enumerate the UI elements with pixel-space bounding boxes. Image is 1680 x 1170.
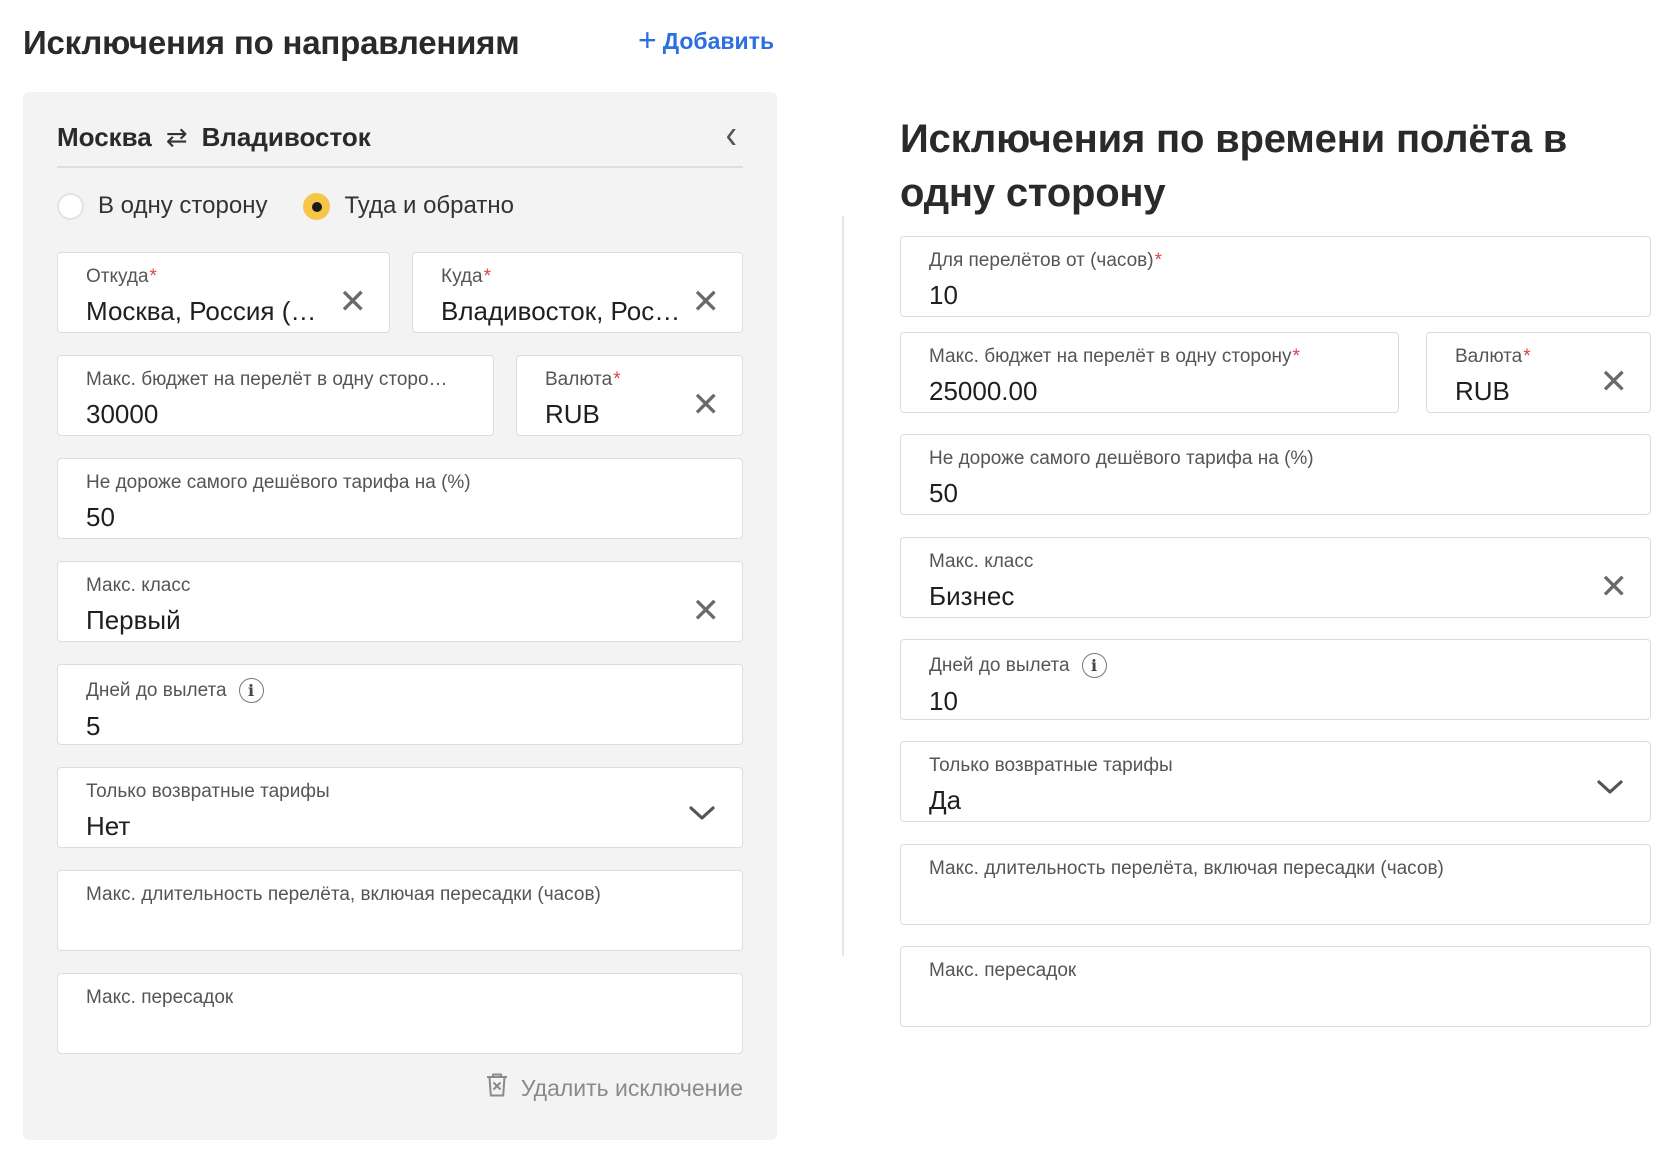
max-class-value: Первый	[86, 605, 181, 635]
cheapest-tariff-value: 50	[86, 502, 115, 532]
info-icon[interactable]: i	[1081, 653, 1107, 678]
from-field-value: Москва, Россия (…	[86, 296, 317, 326]
to-field[interactable]: Куда * Владивосток, Рос… ✕	[412, 252, 743, 333]
right-currency-label: Валюта *	[1455, 346, 1531, 367]
delete-exception-button[interactable]: Удалить исключение	[485, 1072, 743, 1104]
right-max-duration-label: Макс. длительность перелёта, включая пер…	[929, 858, 1444, 879]
flight-time-exceptions-title: Исключения по времени полёта в одну стор…	[900, 117, 1568, 215]
directions-exceptions-title: Исключения по направлениям	[23, 24, 520, 61]
trip-type-radio-group: В одну сторону Туда и обратно	[57, 192, 550, 220]
to-field-label: Куда *	[441, 266, 491, 287]
card-header[interactable]: Москва ⇄ Владивосток ‹	[57, 112, 743, 162]
right-days-before-label: Дней до вылета i	[929, 653, 1107, 678]
direction-exception-card: Москва ⇄ Владивосток ‹ В одну сторону Ту…	[23, 92, 777, 1140]
max-transfers-label: Макс. пересадок	[86, 987, 234, 1008]
refundable-only-select[interactable]: Только возвратные тарифы Нет	[57, 767, 743, 848]
right-max-class-field[interactable]: Макс. класс Бизнес ✕	[900, 537, 1651, 618]
max-class-label: Макс. класс	[86, 575, 191, 596]
round-trip-radio-label: Туда и обратно	[344, 192, 514, 219]
one-way-radio-label: В одну сторону	[98, 192, 268, 219]
info-icon[interactable]: i	[238, 678, 264, 703]
right-max-class-label: Макс. класс	[929, 551, 1034, 572]
flight-hours-label: Для перелётов от (часов) *	[929, 250, 1162, 271]
refundable-only-label: Только возвратные тарифы	[86, 781, 330, 802]
route-to-city: Владивосток	[201, 121, 371, 152]
right-cheapest-tariff-field[interactable]: Не дороже самого дешёвого тарифа на (%) …	[900, 434, 1651, 515]
right-budget-value: 25000.00	[929, 376, 1038, 406]
delete-exception-label: Удалить исключение	[520, 1074, 743, 1101]
refundable-only-value: Нет	[86, 811, 131, 841]
chevron-down-icon[interactable]	[688, 804, 716, 827]
currency-field-label: Валюта *	[545, 369, 621, 390]
close-icon[interactable]: ✕	[692, 285, 721, 319]
close-icon[interactable]: ✕	[1600, 365, 1629, 399]
budget-field[interactable]: Макс. бюджет на перелёт в одну сторо… 30…	[57, 355, 494, 436]
trash-icon	[485, 1072, 509, 1104]
cheapest-tariff-field[interactable]: Не дороже самого дешёвого тарифа на (%) …	[57, 458, 743, 539]
right-max-duration-field[interactable]: Макс. длительность перелёта, включая пер…	[900, 844, 1651, 925]
right-budget-label: Макс. бюджет на перелёт в одну сторону *	[929, 346, 1300, 367]
right-max-transfers-field[interactable]: Макс. пересадок	[900, 946, 1651, 1027]
close-icon[interactable]: ✕	[692, 594, 721, 628]
currency-field-value: RUB	[545, 399, 600, 429]
one-way-radio[interactable]: В одну сторону	[57, 192, 267, 220]
right-refundable-only-label: Только возвратные тарифы	[929, 755, 1173, 776]
close-icon[interactable]: ✕	[692, 388, 721, 422]
to-field-value: Владивосток, Рос…	[441, 296, 681, 326]
right-cheapest-tariff-label: Не дороже самого дешёвого тарифа на (%)	[929, 448, 1314, 469]
right-currency-field[interactable]: Валюта * RUB ✕	[1426, 332, 1651, 413]
max-duration-label: Макс. длительность перелёта, включая пер…	[86, 884, 601, 905]
max-duration-field[interactable]: Макс. длительность перелёта, включая пер…	[57, 870, 743, 951]
card-divider	[57, 166, 743, 168]
right-refundable-only-value: Да	[929, 785, 962, 815]
add-exception-button[interactable]: + Добавить	[638, 22, 775, 58]
budget-field-label: Макс. бюджет на перелёт в одну сторо…	[86, 369, 448, 390]
flight-hours-value: 10	[929, 280, 958, 310]
days-before-field[interactable]: Дней до вылета i 5	[57, 664, 743, 745]
currency-field[interactable]: Валюта * RUB ✕	[516, 355, 743, 436]
budget-field-value: 30000	[86, 399, 159, 429]
right-max-class-value: Бизнес	[929, 581, 1015, 611]
right-max-transfers-label: Макс. пересадок	[929, 960, 1077, 981]
one-way-radio-circle[interactable]	[57, 192, 84, 220]
from-field[interactable]: Откуда * Москва, Россия (… ✕	[57, 252, 390, 333]
close-icon[interactable]: ✕	[1600, 570, 1629, 604]
cheapest-tariff-label: Не дороже самого дешёвого тарифа на (%)	[86, 472, 471, 493]
right-days-before-field[interactable]: Дней до вылета i 10	[900, 639, 1651, 720]
round-trip-radio[interactable]: Туда и обратно	[303, 192, 514, 220]
section-divider	[842, 216, 844, 956]
flight-hours-field[interactable]: Для перелётов от (часов) * 10	[900, 236, 1651, 317]
swap-arrows-icon: ⇄	[165, 121, 188, 152]
add-exception-label: Добавить	[662, 28, 775, 54]
right-cheapest-tariff-value: 50	[929, 478, 958, 508]
plus-icon: +	[638, 22, 657, 58]
right-currency-value: RUB	[1455, 376, 1510, 406]
right-budget-field[interactable]: Макс. бюджет на перелёт в одну сторону * …	[900, 332, 1399, 413]
route-from-city: Москва	[57, 121, 152, 152]
round-trip-radio-circle[interactable]	[303, 192, 331, 220]
from-field-label: Откуда *	[86, 266, 157, 287]
max-transfers-field[interactable]: Макс. пересадок	[57, 973, 743, 1054]
right-days-before-value: 10	[929, 686, 958, 716]
days-before-value: 5	[86, 711, 101, 741]
chevron-down-icon[interactable]	[1596, 778, 1624, 801]
chevron-left-icon[interactable]: ‹	[726, 112, 737, 159]
max-class-field[interactable]: Макс. класс Первый ✕	[57, 561, 743, 642]
right-refundable-only-select[interactable]: Только возвратные тарифы Да	[900, 741, 1651, 822]
days-before-label: Дней до вылета i	[86, 678, 264, 703]
close-icon[interactable]: ✕	[339, 285, 368, 319]
